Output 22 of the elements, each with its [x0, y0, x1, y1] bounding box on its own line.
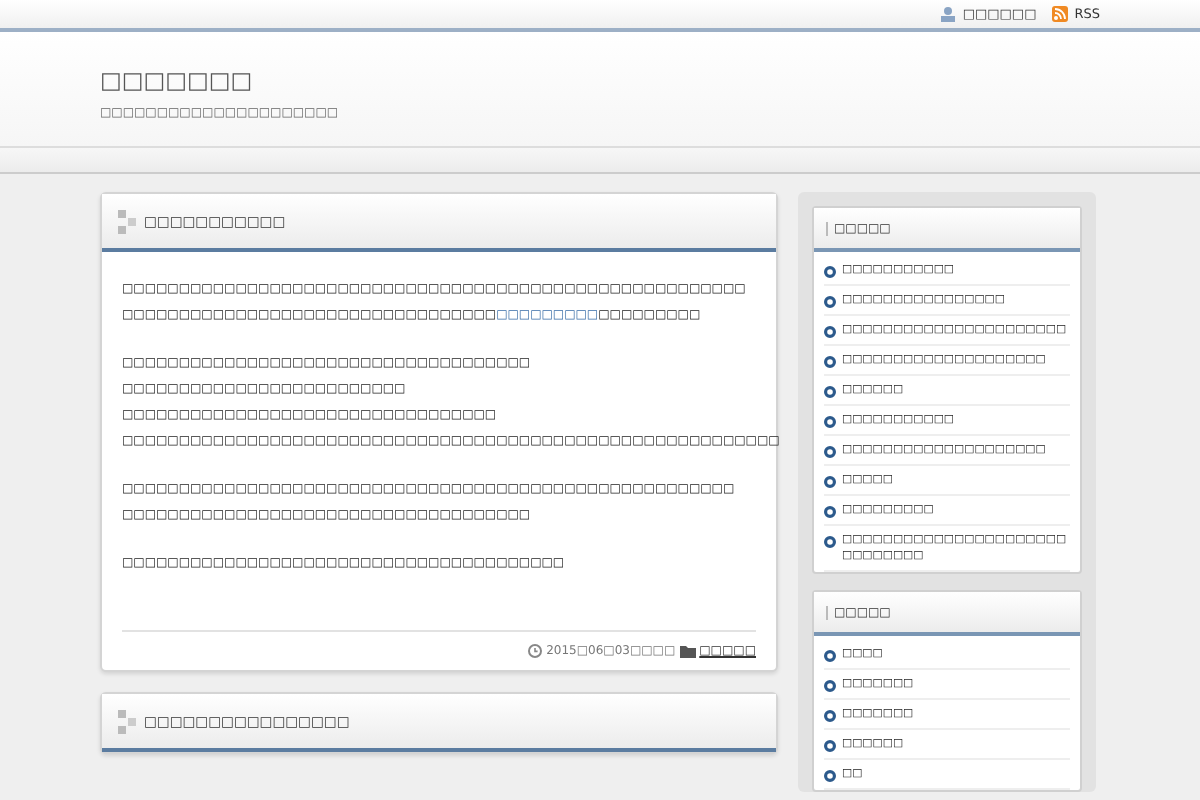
bullet-icon	[824, 649, 836, 661]
bullet-icon	[824, 535, 836, 547]
bullet-icon	[824, 505, 836, 517]
bullet-icon	[824, 739, 836, 751]
bullet-icon	[824, 265, 836, 277]
clock-icon	[528, 644, 543, 658]
bullet-icon	[824, 679, 836, 691]
bullet-icon	[824, 709, 836, 721]
bullet-icon	[824, 415, 836, 427]
bullet-icon	[824, 385, 836, 397]
bullet-icon	[824, 769, 836, 781]
bullet-icon	[824, 325, 836, 337]
bullet-icon	[824, 355, 836, 367]
folder-icon	[679, 645, 696, 657]
user-icon	[940, 6, 957, 22]
bullet-icon	[824, 445, 836, 457]
bullet-icon	[824, 475, 836, 487]
post-icon	[118, 209, 136, 233]
post-icon	[118, 709, 136, 733]
bullet-icon	[824, 295, 836, 307]
site-title[interactable]: □□□□□□□	[100, 66, 253, 94]
rss-icon	[1052, 6, 1069, 22]
